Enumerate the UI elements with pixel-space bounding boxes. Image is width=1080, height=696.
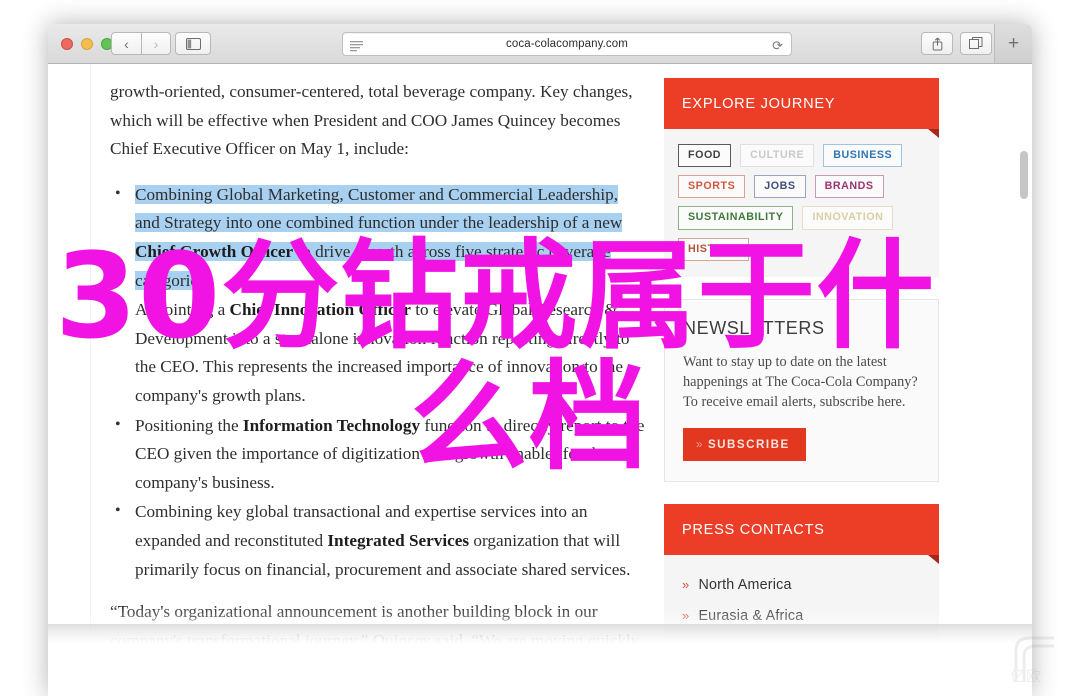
screenshot-root: ‹ › coca-colacompany.com ⟳ + growth-orie…	[0, 0, 1080, 696]
explore-tag[interactable]: FOOD	[678, 144, 732, 168]
window-traffic-lights	[61, 38, 113, 50]
reload-icon[interactable]: ⟳	[772, 38, 783, 54]
explore-tag[interactable]: CULTURE	[740, 144, 815, 168]
browser-window: ‹ › coca-colacompany.com ⟳ + growth-orie…	[48, 24, 1032, 696]
explore-journey-tags: FOOD CULTURE BUSINESS SPORTS JOBS BRANDS SUSTA…	[664, 129, 939, 277]
explore-tag[interactable]: BRANDS	[814, 175, 884, 199]
press-contact-label: Eurasia & Africa	[698, 607, 804, 624]
back-button[interactable]: ‹	[111, 32, 141, 55]
close-window-button[interactable]	[61, 38, 73, 50]
explore-tag[interactable]: INNOVATION	[802, 206, 894, 230]
column-divider	[90, 64, 91, 696]
forward-button[interactable]: ›	[141, 32, 171, 55]
newsletters-card: NEWSLETTERS Want to stay up to date on t…	[664, 298, 939, 482]
page-content: growth-oriented, consumer-centered, tota…	[48, 64, 1032, 696]
tabs-icon	[969, 37, 983, 49]
navigation-buttons: ‹ ›	[111, 32, 171, 55]
reader-view-icon[interactable]	[350, 39, 363, 57]
minimize-window-button[interactable]	[81, 38, 93, 50]
address-bar[interactable]: coca-colacompany.com ⟳	[342, 32, 792, 56]
explore-tag[interactable]: HISTORY	[678, 237, 749, 261]
share-button[interactable]	[921, 32, 953, 55]
show-all-tabs-button[interactable]	[960, 32, 992, 55]
explore-journey-card: EXPLORE JOURNEY FOOD CULTURE BUSINESS SPORT…	[664, 78, 939, 277]
right-rail: EXPLORE JOURNEY FOOD CULTURE BUSINESS SPORT…	[664, 78, 939, 662]
scrollbar-thumb[interactable]	[1020, 151, 1028, 199]
article-bullet-item: Positioning the Information Technology f…	[110, 411, 645, 498]
explore-tag[interactable]: JOBS	[754, 175, 806, 199]
article-quote-paragraph: “Today's organizational announcement is …	[110, 602, 640, 696]
press-contacts-card: PRESS CONTACTS » North America » Eurasia & …	[664, 503, 939, 640]
newsletters-title: NEWSLETTERS	[683, 317, 825, 338]
toolbar-right-buttons	[921, 32, 992, 55]
newsletters-description: Want to stay up to date on the latest ha…	[683, 353, 918, 410]
explore-tag[interactable]: SPORTS	[678, 175, 746, 199]
chevron-right-icon: »	[682, 607, 690, 623]
article-bullet-list: Combining Global Marketing, Customer and…	[110, 180, 645, 584]
press-contact-link[interactable]: » Eurasia & Africa	[682, 601, 921, 632]
chevron-right-icon: »	[696, 437, 704, 451]
sidebar-icon	[185, 37, 201, 50]
chevron-left-icon: ‹	[124, 35, 129, 52]
subscribe-button-label: SUBSCRIBE	[707, 437, 790, 451]
article-bullet-item: Combining Global Marketing, Customer and…	[110, 180, 645, 295]
url-text: coca-colacompany.com	[506, 38, 628, 50]
vertical-scrollbar[interactable]	[1020, 70, 1028, 690]
new-tab-button[interactable]: +	[994, 24, 1032, 63]
page-viewport: growth-oriented, consumer-centered, tota…	[48, 64, 1032, 696]
press-contact-label: North America	[698, 576, 792, 593]
chevron-right-icon: ›	[153, 35, 159, 52]
browser-titlebar: ‹ › coca-colacompany.com ⟳ +	[48, 24, 1032, 64]
press-contacts-list: » North America » Eurasia & Africa	[664, 555, 939, 640]
plus-icon: +	[1007, 32, 1020, 54]
newsletters-body: NEWSLETTERS Want to stay up to date on t…	[665, 300, 938, 481]
share-icon	[932, 37, 942, 50]
chevron-right-icon: »	[682, 576, 690, 592]
article-bullet-item: Appointing a Chief Innovation Officer to…	[110, 295, 645, 410]
press-contact-link[interactable]: » North America	[682, 570, 921, 601]
explore-tag[interactable]: SUSTAINABILITY	[678, 206, 794, 230]
explore-tag[interactable]: BUSINESS	[823, 144, 903, 168]
sidebar-toggle-button[interactable]	[175, 32, 211, 55]
press-contacts-title: PRESS CONTACTS	[664, 503, 939, 564]
article-body: growth-oriented, consumer-centered, tota…	[110, 78, 645, 696]
subscribe-button[interactable]: » SUBSCRIBE	[683, 427, 806, 461]
explore-journey-title: EXPLORE JOURNEY	[664, 78, 939, 138]
article-bullet-item: Combining key global transactional and e…	[110, 497, 645, 584]
article-intro-paragraph: growth-oriented, consumer-centered, tota…	[110, 82, 633, 159]
